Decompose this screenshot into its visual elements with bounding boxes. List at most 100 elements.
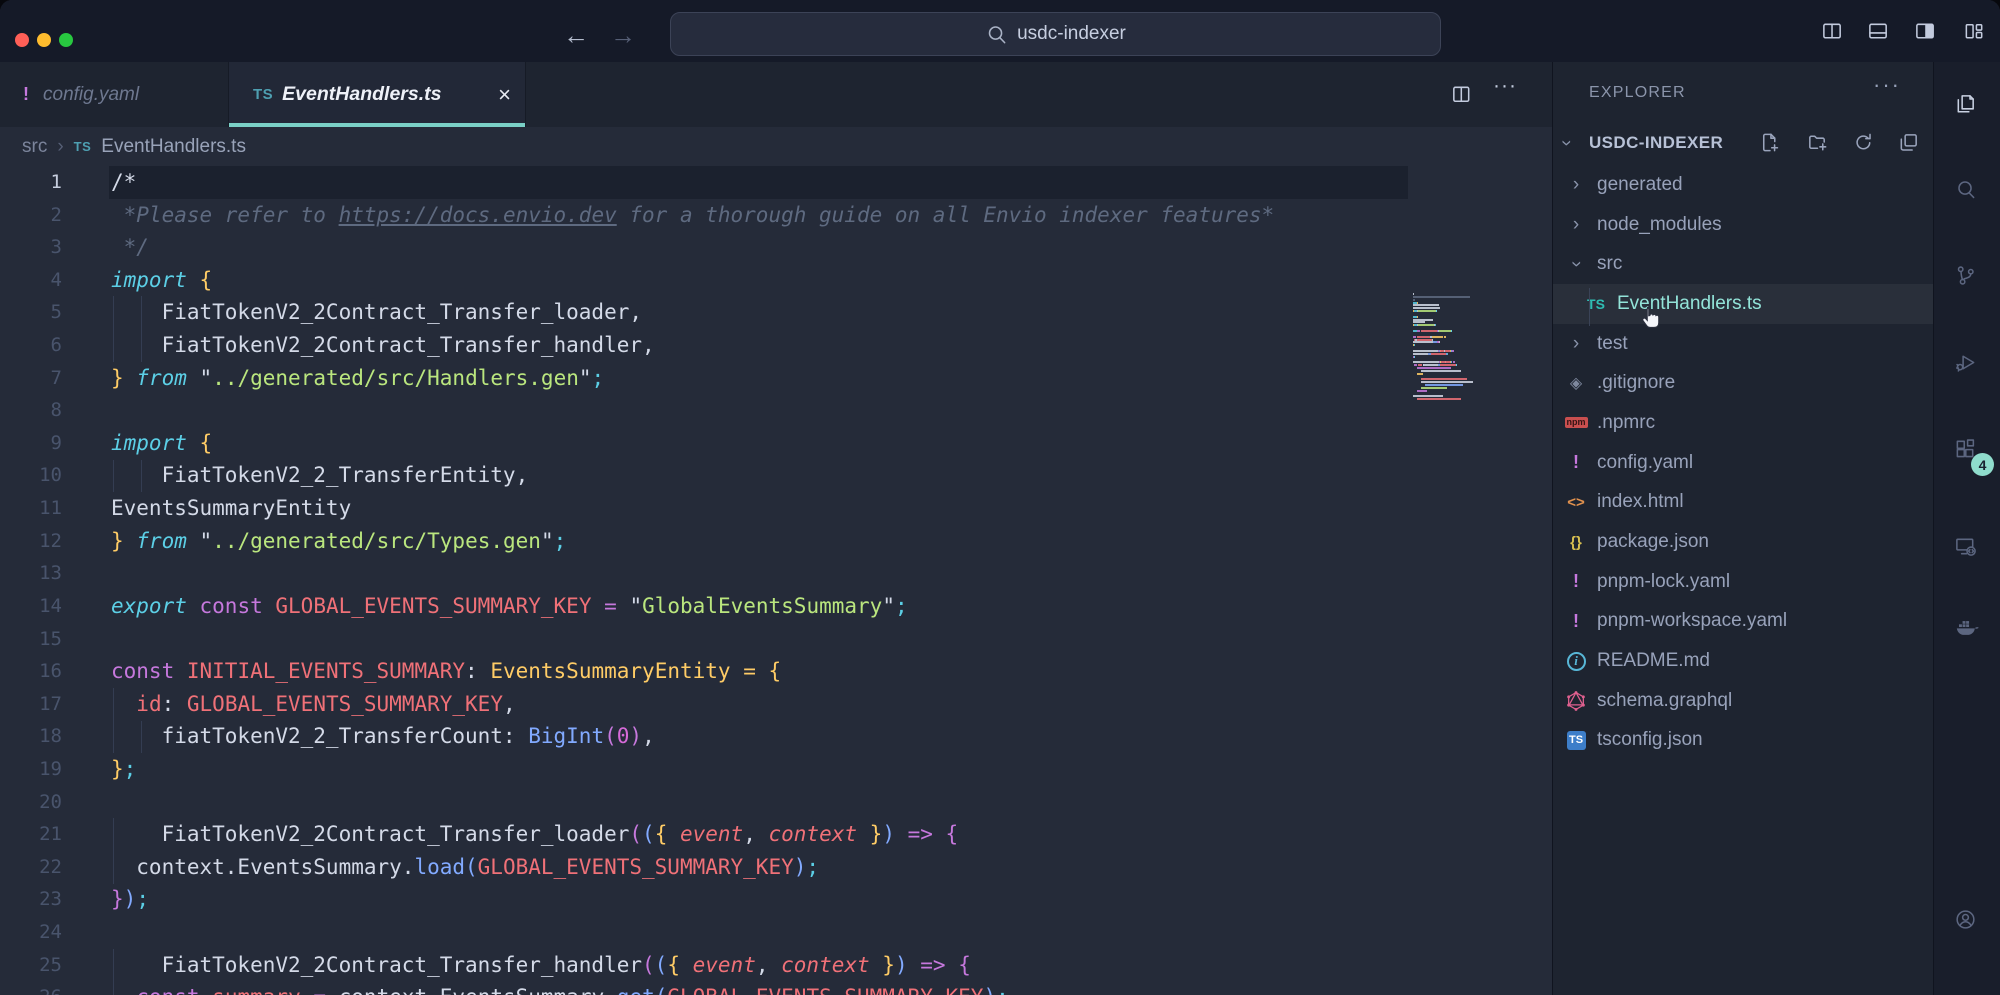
command-center-search[interactable]: usdc-indexer xyxy=(670,12,1441,56)
minimize-window-button[interactable] xyxy=(37,33,51,47)
code-line-17[interactable]: 17 id: GLOBAL_EVENTS_SUMMARY_KEY, xyxy=(0,688,1552,721)
code-line-3[interactable]: 3 */ xyxy=(0,231,1552,264)
code-line-11[interactable]: 11EventsSummaryEntity xyxy=(0,492,1552,525)
indent-guide xyxy=(141,296,142,361)
code-line-2[interactable]: 2 *Please refer to https://docs.envio.de… xyxy=(0,199,1552,232)
code-line-12[interactable]: 12} from "../generated/src/Types.gen"; xyxy=(0,525,1552,558)
file-EventHandlers.ts[interactable]: TSEventHandlers.ts xyxy=(1553,284,1933,324)
code-line-10[interactable]: 10 FiatTokenV2_2_TransferEntity, xyxy=(0,459,1552,492)
tab-label: EventHandlers.ts xyxy=(282,83,441,106)
file-schema.graphql[interactable]: schema.graphql xyxy=(1553,681,1933,721)
code-line-14[interactable]: 14export const GLOBAL_EVENTS_SUMMARY_KEY… xyxy=(0,590,1552,623)
activity-source-control[interactable] xyxy=(1954,264,1980,290)
activity-accounts[interactable] xyxy=(1954,908,1980,934)
code-line-21[interactable]: 21 FiatTokenV2_2Contract_Transfer_loader… xyxy=(0,818,1552,851)
activity-remote-explorer[interactable] xyxy=(1954,535,1980,561)
code-line-1[interactable]: 1/* xyxy=(0,166,1552,199)
line-number: 23 xyxy=(0,883,62,916)
code-line-5[interactable]: 5 FiatTokenV2_2Contract_Transfer_loader, xyxy=(0,296,1552,329)
new-folder-icon[interactable] xyxy=(1806,131,1829,154)
folder-node_modules[interactable]: › node_modules xyxy=(1553,205,1933,245)
explorer-section-header[interactable]: › USDC-INDEXER xyxy=(1553,127,1933,165)
chevron-right-icon: › xyxy=(57,136,63,158)
indent-guide xyxy=(141,721,142,754)
editor-more-actions-icon[interactable]: ··· xyxy=(1493,74,1517,98)
code-line-18[interactable]: 18 fiatTokenV2_2_TransferCount: BigInt(0… xyxy=(0,720,1552,753)
breadcrumb-file[interactable]: EventHandlers.ts xyxy=(101,136,246,158)
code-text: id: GLOBAL_EVENTS_SUMMARY_KEY, xyxy=(62,688,516,721)
refresh-icon[interactable] xyxy=(1852,131,1875,154)
html-icon: <> xyxy=(1567,494,1585,511)
file-pnpm-workspace.yaml[interactable]: !pnpm-workspace.yaml xyxy=(1553,602,1933,642)
chevron-down-icon[interactable]: › xyxy=(1555,140,1577,146)
folder-test[interactable]: ›test xyxy=(1553,324,1933,364)
zoom-window-button[interactable] xyxy=(59,33,73,47)
file-config.yaml[interactable]: !config.yaml xyxy=(1553,443,1933,483)
line-number: 20 xyxy=(0,786,62,819)
code-line-25[interactable]: 25 FiatTokenV2_2Contract_Transfer_handle… xyxy=(0,949,1552,982)
code-line-22[interactable]: 22 context.EventsSummary.load(GLOBAL_EVE… xyxy=(0,851,1552,884)
line-number: 19 xyxy=(0,753,62,786)
code-line-8[interactable]: 8 xyxy=(0,394,1552,427)
line-number: 7 xyxy=(0,362,62,395)
code-line-4[interactable]: 4import { xyxy=(0,264,1552,297)
code-line-15[interactable]: 15 xyxy=(0,623,1552,656)
layout-grid-icon[interactable] xyxy=(1963,20,1985,42)
activity-docker[interactable] xyxy=(1954,615,1980,641)
code-line-16[interactable]: 16const INITIAL_EVENTS_SUMMARY: EventsSu… xyxy=(0,655,1552,688)
code-line-20[interactable]: 20 xyxy=(0,786,1552,819)
item-label: README.md xyxy=(1597,650,1710,672)
folder-generated[interactable]: › generated xyxy=(1553,165,1933,205)
file-index.html[interactable]: <>index.html xyxy=(1553,483,1933,523)
breadcrumb-folder[interactable]: src xyxy=(22,136,47,158)
file-tsconfig.json[interactable]: TStsconfig.json xyxy=(1553,721,1933,761)
code-line-26[interactable]: 26 const summary = context.EventsSummary… xyxy=(0,981,1552,995)
close-window-button[interactable] xyxy=(15,33,29,47)
code-text: }; xyxy=(62,753,136,786)
file-.gitignore[interactable]: ◈.gitignore xyxy=(1553,363,1933,403)
code-area[interactable]: 1/*2 *Please refer to https://docs.envio… xyxy=(0,166,1552,995)
vscode-window: ← → usdc-indexer ! config.yaml TS EventH… xyxy=(0,0,2000,995)
code-line-7[interactable]: 7} from "../generated/src/Handlers.gen"; xyxy=(0,362,1552,395)
split-editor-icon[interactable] xyxy=(1450,83,1472,105)
new-file-icon[interactable] xyxy=(1758,131,1781,154)
file-.npmrc[interactable]: npm.npmrc xyxy=(1553,403,1933,443)
forward-arrow-icon[interactable]: → xyxy=(610,22,636,48)
breadcrumb[interactable]: src › TS EventHandlers.ts xyxy=(0,127,1552,166)
item-label: pnpm-lock.yaml xyxy=(1597,571,1730,593)
tab-config-yaml[interactable]: ! config.yaml xyxy=(8,62,210,127)
activity-bar: 4 xyxy=(1933,62,2000,995)
code-line-23[interactable]: 23}); xyxy=(0,883,1552,916)
activity-run-debug[interactable] xyxy=(1954,351,1980,377)
code-line-6[interactable]: 6 FiatTokenV2_2Contract_Transfer_handler… xyxy=(0,329,1552,362)
panel-bottom-icon[interactable] xyxy=(1867,20,1889,42)
close-icon[interactable]: × xyxy=(498,82,511,108)
yaml-icon: ! xyxy=(1573,452,1579,473)
folder-src[interactable]: ›src xyxy=(1553,244,1933,284)
code-line-19[interactable]: 19}; xyxy=(0,753,1552,786)
code-text xyxy=(62,916,111,949)
code-line-13[interactable]: 13 xyxy=(0,557,1552,590)
split-columns-icon[interactable] xyxy=(1821,20,1843,42)
panel-right-filled-icon[interactable] xyxy=(1914,20,1936,42)
back-arrow-icon[interactable]: ← xyxy=(563,22,589,48)
file-package.json[interactable]: {}package.json xyxy=(1553,522,1933,562)
explorer-more-icon[interactable]: ··· xyxy=(1873,72,1901,98)
item-label: generated xyxy=(1597,174,1683,196)
file-pnpm-lock.yaml[interactable]: !pnpm-lock.yaml xyxy=(1553,562,1933,602)
file-README.md[interactable]: iREADME.md xyxy=(1553,641,1933,681)
minimap[interactable] xyxy=(1413,293,1491,401)
collapse-all-icon[interactable] xyxy=(1897,131,1920,154)
item-label: node_modules xyxy=(1597,214,1722,236)
activity-search[interactable] xyxy=(1954,178,1980,204)
chevron-right-icon[interactable]: › xyxy=(1563,333,1589,355)
tab-eventhandlers-ts[interactable]: TS EventHandlers.ts × xyxy=(228,62,526,127)
chevron-right-icon[interactable]: › xyxy=(1563,214,1589,236)
chevron-down-icon[interactable]: › xyxy=(1565,251,1587,277)
code-line-24[interactable]: 24 xyxy=(0,916,1552,949)
line-number: 13 xyxy=(0,557,62,590)
activity-explorer[interactable] xyxy=(1954,93,1980,119)
code-line-9[interactable]: 9import { xyxy=(0,427,1552,460)
code-text: import { xyxy=(62,427,212,460)
chevron-right-icon[interactable]: › xyxy=(1563,174,1589,196)
